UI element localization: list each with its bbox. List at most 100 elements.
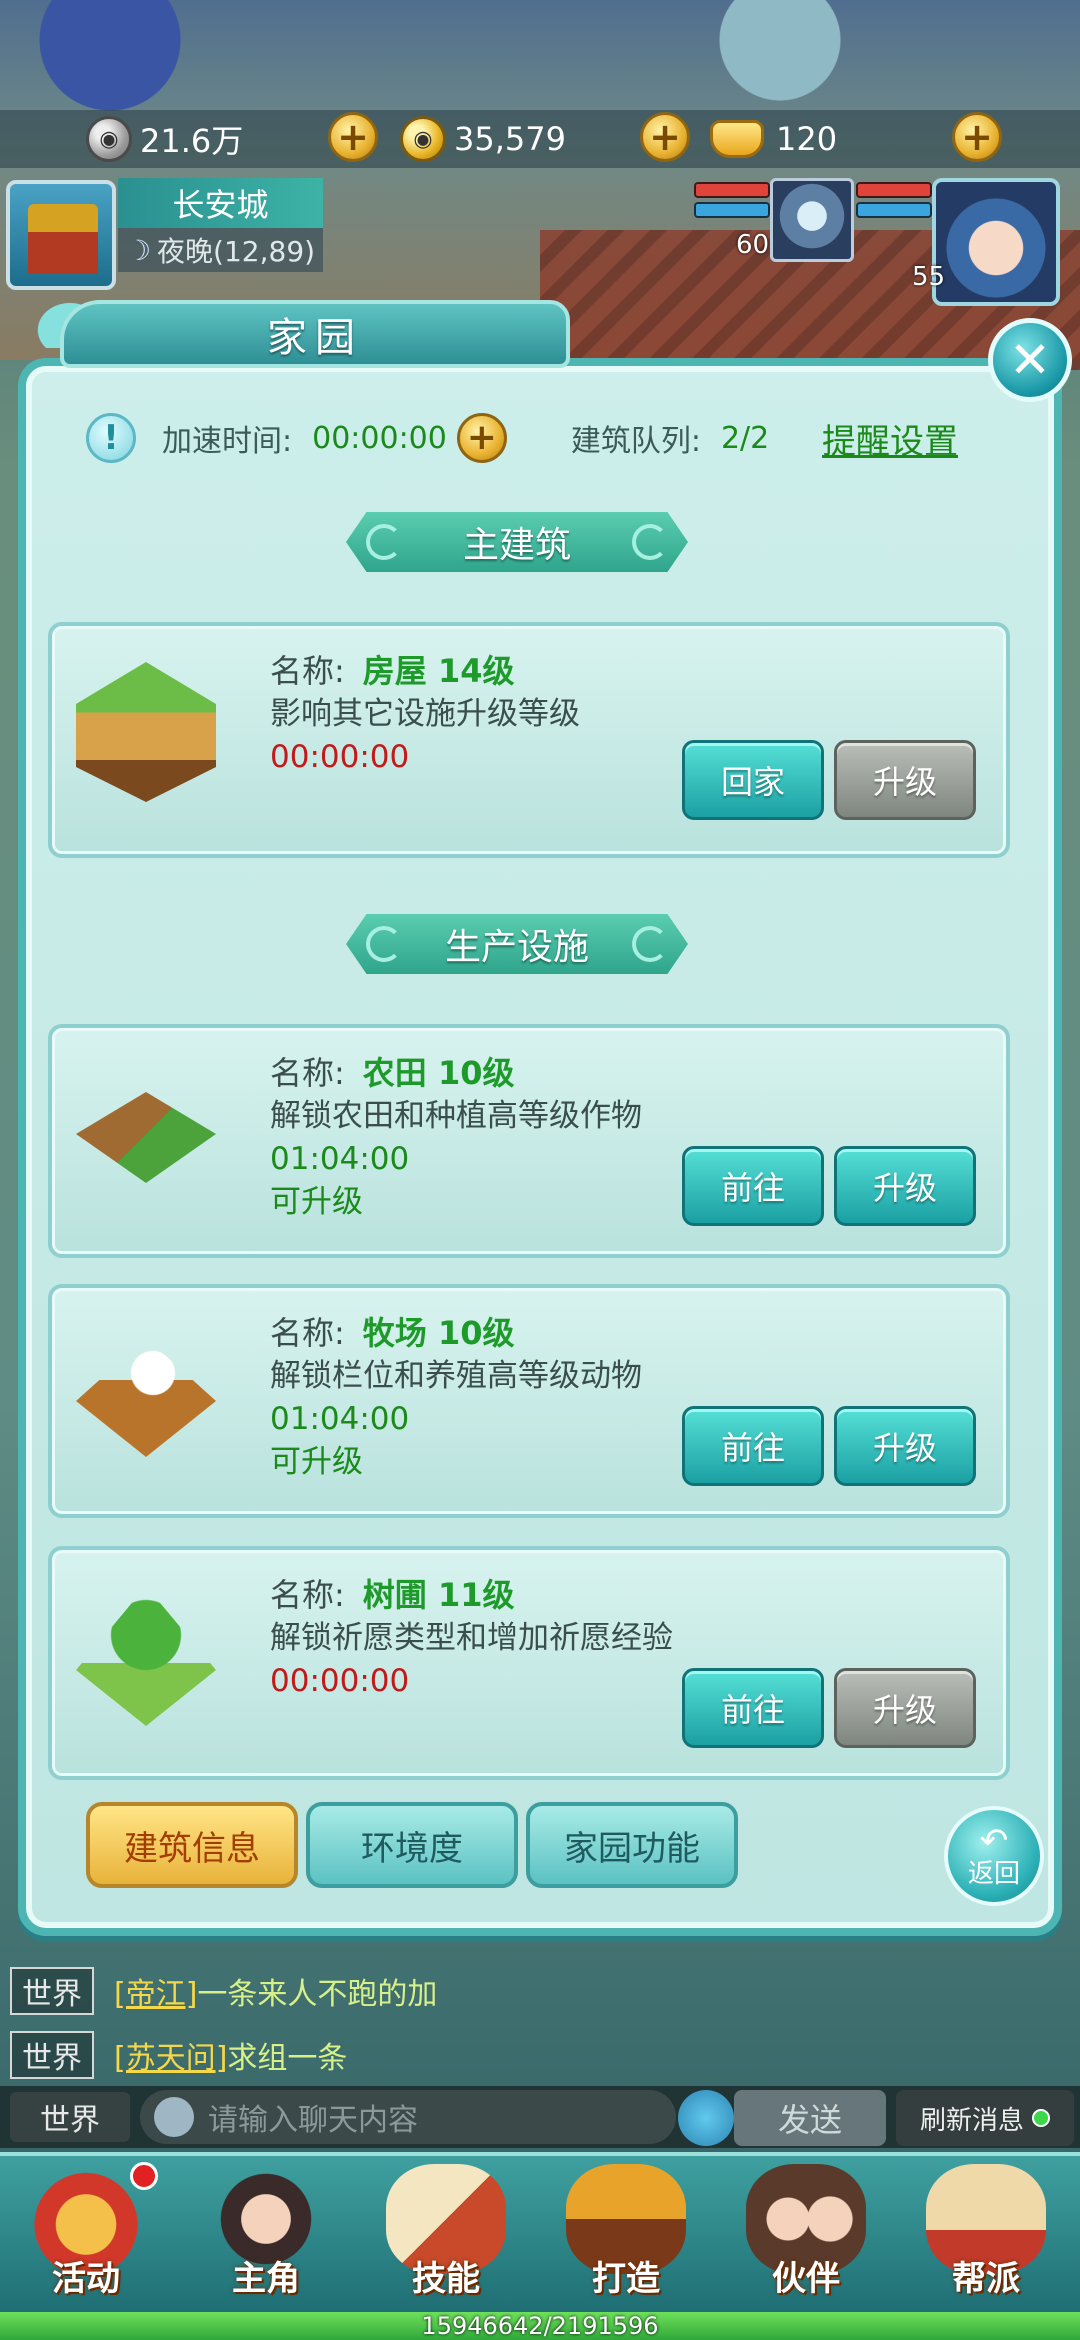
nav-guild[interactable]: 帮派	[906, 2156, 1066, 2306]
ranch-status: 可升级	[270, 1444, 363, 1480]
farm-timer: 01:04:00	[270, 1141, 410, 1177]
toggle-on-indicator	[1032, 2109, 1050, 2127]
chat-input[interactable]: 请输入聊天内容	[140, 2090, 676, 2144]
silver-resource: ◉ 21.6万	[86, 112, 243, 166]
castle-icon	[28, 204, 98, 274]
nav-activity[interactable]: 活动	[6, 2156, 166, 2306]
ranch-desc: 解锁栏位和养殖高等级动物	[270, 1358, 642, 1394]
coin-amount: 35,579	[454, 120, 566, 158]
name-prefix: 名称:	[270, 1314, 345, 1352]
chat-username[interactable]: [苏天问]	[114, 2033, 227, 2077]
hero-level: 55	[912, 262, 946, 292]
house-icon	[76, 662, 216, 802]
add-silver-button[interactable]: +	[328, 112, 378, 162]
house-name: 房屋 14级	[362, 652, 515, 690]
orchard-info: 名称: 树圃 11级 解锁祈愿类型和增加祈愿经验 00:00:00	[270, 1574, 673, 1703]
tab-building-info[interactable]: 建筑信息	[86, 1802, 298, 1888]
city-map-button[interactable]	[6, 180, 116, 290]
add-speed-button[interactable]: +	[456, 413, 507, 463]
farm-name: 农田 10级	[362, 1054, 515, 1092]
nav-label: 伙伴	[772, 2259, 840, 2299]
house-desc: 影响其它设施升级等级	[270, 696, 580, 732]
nav-label: 帮派	[952, 2259, 1020, 2299]
ranch-name: 牧场 10级	[362, 1314, 515, 1352]
name-prefix: 名称:	[270, 652, 345, 690]
upgrade-orchard-button[interactable]: 升级	[834, 1668, 976, 1748]
speed-label: 加速时间:	[162, 424, 293, 459]
building-card-ranch: 名称: 牧场 10级 解锁栏位和养殖高等级动物 01:04:00 可升级 前往 升…	[48, 1284, 1010, 1518]
add-ingots-button[interactable]: +	[952, 112, 1002, 162]
chat-text: 一条来人不跑的加	[197, 1977, 438, 2012]
pet-portrait[interactable]	[770, 178, 854, 262]
upgrade-farm-button[interactable]: 升级	[834, 1146, 976, 1226]
section-production: 生产设施	[346, 914, 688, 974]
chat-channel-tag: 世界	[10, 1967, 94, 2015]
fruit-tree-icon	[76, 1586, 216, 1726]
name-prefix: 名称:	[270, 1576, 345, 1614]
hero-portrait[interactable]	[932, 178, 1060, 306]
house-info: 名称: 房屋 14级 影响其它设施升级等级 00:00:00	[270, 650, 580, 779]
silver-coin-icon: ◉	[86, 116, 132, 162]
experience-text: 15946642/2191596	[421, 2312, 659, 2340]
chat-username[interactable]: [帝江]	[114, 1969, 197, 2013]
gold-ingot-icon	[710, 120, 764, 158]
tab-environment[interactable]: 环境度	[306, 1802, 518, 1888]
coin-resource: ◉ 35,579	[400, 112, 566, 166]
chat-text: 求组一条	[227, 2041, 348, 2076]
chat-message[interactable]: 世界 [苏天问] 求组一条	[10, 2031, 348, 2079]
silver-amount: 21.6万	[140, 122, 244, 160]
section-main-building: 主建筑	[346, 512, 688, 572]
section-production-label: 生产设施	[444, 927, 589, 968]
nav-forge[interactable]: 打造	[546, 2156, 706, 2306]
add-coins-button[interactable]: +	[640, 112, 690, 162]
ranch-info: 名称: 牧场 10级 解锁栏位和养殖高等级动物 01:04:00 可升级	[270, 1312, 642, 1484]
swirl-left-icon	[366, 926, 402, 962]
microphone-icon[interactable]	[154, 2097, 194, 2137]
queue-label: 建筑队列:	[570, 424, 701, 459]
goto-orchard-button[interactable]: 前往	[682, 1668, 824, 1748]
swirl-left-icon	[366, 524, 402, 560]
swirl-right-icon	[632, 926, 668, 962]
chat-channel-select[interactable]: 世界	[10, 2092, 130, 2142]
upgrade-house-button[interactable]: 升级	[834, 740, 976, 820]
remind-settings-link[interactable]: 提醒设置	[822, 414, 958, 463]
farm-info: 名称: 农田 10级 解锁农田和种植高等级作物 01:04:00 可升级	[270, 1052, 642, 1224]
go-home-button[interactable]: 回家	[682, 740, 824, 820]
build-info-row: ! 加速时间: 00:00:00 + 建筑队列: 2/2 提醒设置	[86, 410, 986, 466]
send-button[interactable]: 发送	[734, 2090, 886, 2146]
back-arrow-icon: ↶	[979, 1821, 1009, 1861]
orchard-timer: 00:00:00	[270, 1663, 410, 1699]
close-icon: ✕	[1009, 331, 1051, 389]
tab-home-functions[interactable]: 家园功能	[526, 1802, 738, 1888]
ingot-amount: 120	[776, 120, 838, 158]
pet-status[interactable]	[694, 178, 854, 288]
section-main-label: 主建筑	[462, 525, 571, 566]
ranch-cow-icon	[76, 1338, 216, 1457]
goto-ranch-button[interactable]: 前往	[682, 1406, 824, 1486]
time-coordinates: ☽ 夜晚(12,89)	[118, 228, 323, 272]
back-label: 返回	[967, 1859, 1020, 1890]
nav-hero[interactable]: 主角	[186, 2156, 346, 2306]
upgrade-ranch-button[interactable]: 升级	[834, 1406, 976, 1486]
nav-skills[interactable]: 技能	[366, 2156, 526, 2306]
swirl-right-icon	[632, 524, 668, 560]
name-prefix: 名称:	[270, 1054, 345, 1092]
queue-value: 2/2	[720, 420, 770, 456]
building-card-house: 名称: 房屋 14级 影响其它设施升级等级 00:00:00 回家 升级	[48, 622, 1010, 858]
close-button[interactable]: ✕	[988, 318, 1072, 402]
chat-message[interactable]: 世界 [帝江] 一条来人不跑的加	[10, 1967, 438, 2015]
info-icon[interactable]: !	[86, 413, 136, 463]
farmland-icon	[76, 1092, 216, 1183]
ranch-timer: 01:04:00	[270, 1401, 410, 1437]
nav-partners[interactable]: 伙伴	[726, 2156, 886, 2306]
farm-desc: 解锁农田和种植高等级作物	[270, 1098, 642, 1134]
speed-time: 00:00:00	[312, 420, 447, 456]
back-button[interactable]: ↶ 返回	[944, 1806, 1044, 1906]
emoji-button[interactable]	[678, 2090, 734, 2146]
goto-farm-button[interactable]: 前往	[682, 1146, 824, 1226]
building-card-farm: 名称: 农田 10级 解锁农田和种植高等级作物 01:04:00 可升级 前往 升…	[48, 1024, 1010, 1258]
hero-status[interactable]	[856, 178, 1060, 306]
refresh-messages-toggle[interactable]: 刷新消息	[896, 2090, 1074, 2146]
chat-placeholder: 请输入聊天内容	[208, 2103, 418, 2138]
nav-label: 技能	[412, 2259, 480, 2299]
